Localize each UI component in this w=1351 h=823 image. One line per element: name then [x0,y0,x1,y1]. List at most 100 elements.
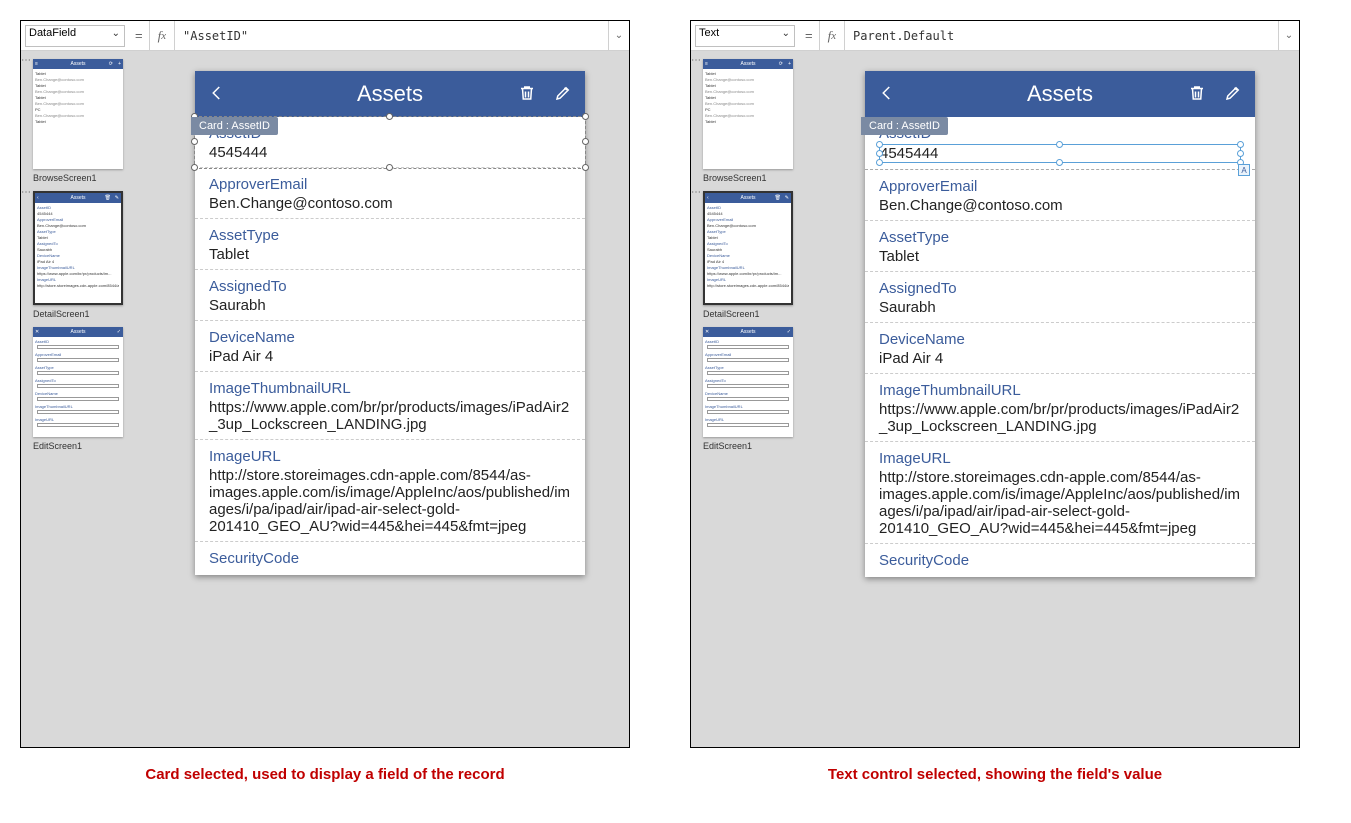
detail-screen-thumb[interactable]: ‹Assets🗑✎ AssetID4545444 ApproverEmailBe… [33,191,123,305]
screen-rail: ⋯ ≡Assets⟳+ TabletBen.Change@contoso.com… [21,51,151,747]
fx-icon: fx [149,21,175,50]
card-label: SecurityCode [879,552,1241,569]
equals-sign: = [799,28,819,43]
card-label: DeviceName [879,331,1241,348]
detail-screen-label: DetailScreen1 [703,309,817,319]
card-tag[interactable]: Card : AssetID [191,117,278,135]
approver-email-card[interactable]: ApproverEmail Ben.Change@contoso.com [195,168,585,219]
browse-screen-thumb[interactable]: ≡Assets⟳+ TabletBen.Change@contoso.com T… [703,59,793,169]
phone-body: AssetID 4545444 A ApproverEmail B [865,117,1255,577]
card-value[interactable]: http://store.storeimages.cdn-apple.com/8… [209,467,571,535]
assigned-to-card[interactable]: AssignedTo Saurabh [195,270,585,321]
card-value[interactable]: Saurabh [879,299,1241,316]
edit-thumb-block: ✕Assets✓ AssetID ApproverEmail AssetType… [29,327,147,451]
card-value[interactable]: iPad Air 4 [879,350,1241,367]
editor-body: ⋯ ≡Assets⟳+ TabletBen.Change@contoso.com… [21,51,629,747]
card-value[interactable]: Saurabh [209,297,571,314]
fx-icon: fx [819,21,845,50]
card-label: AssetType [879,229,1241,246]
formula-expand-icon[interactable]: ⌄ [1279,30,1299,41]
image-thumb-url-card[interactable]: ImageThumbnailURL https://www.apple.com/… [865,374,1255,442]
edit-icon[interactable] [1221,81,1245,105]
detail-screen-label: DetailScreen1 [33,309,147,319]
thumb-menu-icon[interactable]: ⋯ [691,191,701,195]
security-code-card[interactable]: SecurityCode [195,542,585,575]
canvas[interactable]: Card : AssetID Assets AssetID 4545444 [821,51,1299,747]
editor-body: ⋯ ≡Assets⟳+ TabletBen.Change@contoso.com… [691,51,1299,747]
trash-icon[interactable] [1185,81,1209,105]
property-dropdown[interactable]: Text [695,25,795,47]
left-panel-wrap: DataField = fx "AssetID" ⌄ ⋯ ≡Assets⟳+ T… [20,20,630,803]
edit-screen-thumb[interactable]: ✕Assets✓ AssetID ApproverEmail AssetType… [33,327,123,437]
card-label: ImageThumbnailURL [879,382,1241,399]
formula-expand-icon[interactable]: ⌄ [609,30,629,41]
trash-icon[interactable] [515,81,539,105]
edit-screen-thumb[interactable]: ✕Assets✓ AssetID ApproverEmail AssetType… [703,327,793,437]
card-value[interactable]: Ben.Change@contoso.com [879,197,1241,214]
card-label: AssignedTo [209,278,571,295]
detail-thumb-block: ⋯ ‹Assets🗑✎ AssetID4545444 ApproverEmail… [29,191,147,319]
card-label: ApproverEmail [879,178,1241,195]
formula-input[interactable]: Parent.Default [845,21,1279,50]
card-tag[interactable]: Card : AssetID [861,117,948,135]
card-label: DeviceName [209,329,571,346]
property-dropdown[interactable]: DataField [25,25,125,47]
assigned-to-card[interactable]: AssignedTo Saurabh [865,272,1255,323]
phone-title: Assets [1027,81,1093,107]
right-caption: Text control selected, showing the field… [690,766,1300,783]
security-code-card[interactable]: SecurityCode [865,544,1255,577]
left-panel: DataField = fx "AssetID" ⌄ ⋯ ≡Assets⟳+ T… [20,20,630,748]
card-label: SecurityCode [209,550,571,567]
image-url-card[interactable]: ImageURL http://store.storeimages.cdn-ap… [195,440,585,542]
left-caption: Card selected, used to display a field o… [20,766,630,783]
card-label: AssignedTo [879,280,1241,297]
card-value[interactable]: iPad Air 4 [209,348,571,365]
card-value-selected[interactable]: 4545444 A [879,144,1241,163]
card-value[interactable]: Ben.Change@contoso.com [209,195,571,212]
asset-type-card[interactable]: AssetType Tablet [865,221,1255,272]
image-url-card[interactable]: ImageURL http://store.storeimages.cdn-ap… [865,442,1255,544]
back-icon[interactable] [875,81,899,105]
asset-type-card[interactable]: AssetType Tablet [195,219,585,270]
formula-bar-left: DataField = fx "AssetID" ⌄ [21,21,629,51]
card-value[interactable]: Tablet [879,248,1241,265]
card-value[interactable]: Tablet [209,246,571,263]
thumb-menu-icon[interactable]: ⋯ [21,191,31,195]
thumb-menu-icon[interactable]: ⋯ [21,59,31,63]
phone-preview[interactable]: Card : AssetID Assets AssetID 4545444 [865,71,1255,577]
formula-input[interactable]: "AssetID" [175,21,609,50]
detail-screen-thumb[interactable]: ‹Assets🗑✎ AssetID4545444 ApproverEmailBe… [703,191,793,305]
canvas[interactable]: Card : AssetID Assets AssetID [151,51,629,747]
formula-bar-right: Text = fx Parent.Default ⌄ [691,21,1299,51]
thumb-menu-icon[interactable]: ⋯ [691,59,701,63]
device-name-card[interactable]: DeviceName iPad Air 4 [865,323,1255,374]
card-value[interactable]: https://www.apple.com/br/pr/products/ima… [879,401,1241,435]
card-label: ImageURL [209,448,571,465]
edit-icon[interactable] [551,81,575,105]
phone-preview[interactable]: Card : AssetID Assets AssetID [195,71,585,575]
card-value[interactable]: 4545444 [209,144,571,161]
right-panel-wrap: Text = fx Parent.Default ⌄ ⋯ ≡Assets⟳+ T… [690,20,1300,803]
back-icon[interactable] [205,81,229,105]
screen-rail: ⋯ ≡Assets⟳+ TabletBen.Change@contoso.com… [691,51,821,747]
device-name-card[interactable]: DeviceName iPad Air 4 [195,321,585,372]
right-panel: Text = fx Parent.Default ⌄ ⋯ ≡Assets⟳+ T… [690,20,1300,748]
card-label: ApproverEmail [209,176,571,193]
phone-body: AssetID 4545444 ApproverEmail Ben.Change… [195,117,585,575]
phone-header: Assets [195,71,585,117]
phone-header: Assets [865,71,1255,117]
edit-screen-label: EditScreen1 [33,441,147,451]
card-value[interactable]: https://www.apple.com/br/pr/products/ima… [209,399,571,433]
image-thumb-url-card[interactable]: ImageThumbnailURL https://www.apple.com/… [195,372,585,440]
browse-thumb-block: ⋯ ≡Assets⟳+ TabletBen.Change@contoso.com… [29,59,147,183]
browse-screen-label: BrowseScreen1 [33,173,147,183]
card-label: AssetType [209,227,571,244]
card-value[interactable]: http://store.storeimages.cdn-apple.com/8… [879,469,1241,537]
browse-screen-label: BrowseScreen1 [703,173,817,183]
browse-screen-thumb[interactable]: ≡Assets⟳+ TabletBen.Change@contoso.com T… [33,59,123,169]
card-label: ImageThumbnailURL [209,380,571,397]
phone-title: Assets [357,81,423,107]
equals-sign: = [129,28,149,43]
card-label: ImageURL [879,450,1241,467]
approver-email-card[interactable]: ApproverEmail Ben.Change@contoso.com [865,170,1255,221]
